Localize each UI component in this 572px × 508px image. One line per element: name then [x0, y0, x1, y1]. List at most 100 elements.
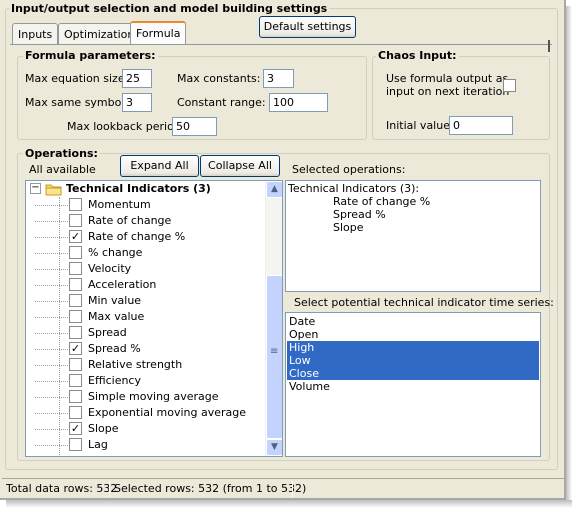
tree-item[interactable]: Simple moving average: [26, 389, 266, 405]
tree-branch-line: [35, 269, 68, 270]
tree-branch-line: [35, 221, 68, 222]
tree-item-checkbox[interactable]: [69, 262, 82, 275]
use-output-checkbox[interactable]: [503, 79, 516, 92]
tree-branch-line: [35, 413, 68, 414]
tree-item[interactable]: ✓ Spread %: [26, 341, 266, 357]
time-series-item[interactable]: Close: [287, 367, 539, 380]
tree-item[interactable]: % change: [26, 245, 266, 261]
selected-rows-status: Selected rows: 532 (from 1 to 532): [114, 482, 307, 495]
tree-item-checkbox[interactable]: [69, 358, 82, 371]
max-lookback-label: Max lookback period:: [67, 120, 185, 133]
scroll-up-icon[interactable]: ▲: [266, 181, 282, 198]
time-series-item[interactable]: High: [287, 341, 539, 354]
tree-item-checkbox[interactable]: [69, 214, 82, 227]
tree-item-checkbox[interactable]: [69, 246, 82, 259]
use-output-label-line2: input on next iteration: [386, 85, 510, 98]
tree-item-label: Spread: [88, 326, 127, 339]
tab-optimization[interactable]: Optimization: [58, 23, 141, 45]
tab-page-edge: [548, 40, 550, 52]
tree-item[interactable]: Lag: [26, 437, 266, 453]
window-shadow-right: [566, 6, 572, 506]
settings-window: Input/output selection and model buildin…: [0, 0, 566, 500]
max-equation-size-label: Max equation size:: [25, 72, 129, 85]
tree-root-label: Technical Indicators (3): [66, 182, 211, 195]
max-constants-input[interactable]: [263, 69, 294, 88]
tree-item[interactable]: Spread: [26, 325, 266, 341]
tree-item-label: Relative strength: [88, 358, 183, 371]
tree-branch-line: [35, 205, 68, 206]
tree-branch-line: [35, 397, 68, 398]
tree-item-checkbox[interactable]: [69, 310, 82, 323]
tree-item-label: Rate of change: [88, 214, 172, 227]
default-settings-button[interactable]: Default settings: [259, 16, 356, 38]
tree-collapse-icon[interactable]: −: [30, 183, 41, 194]
tree-item-checkbox[interactable]: [69, 438, 82, 451]
initial-value-input[interactable]: [449, 116, 513, 135]
tree-item[interactable]: Max value: [26, 309, 266, 325]
max-constants-label: Max constants:: [177, 72, 261, 85]
tree-branch-line: [35, 349, 68, 350]
time-series-item[interactable]: Date: [287, 315, 539, 328]
selected-operations-list[interactable]: Technical Indicators (3): Rate of change…: [285, 180, 541, 292]
tree-item-label: Max value: [88, 310, 145, 323]
check-icon: ✓: [70, 422, 81, 435]
operations-tree[interactable]: − Technical Indicators (3) Momentum Rate …: [25, 180, 283, 457]
tree-item-checkbox[interactable]: [69, 278, 82, 291]
scroll-thumb[interactable]: ≡: [266, 275, 282, 439]
tree-item-checkbox[interactable]: [69, 390, 82, 403]
max-lookback-input[interactable]: [172, 117, 217, 136]
check-icon: ✓: [70, 230, 81, 243]
tree-item-checkbox[interactable]: [69, 294, 82, 307]
tree-item[interactable]: Rate of change: [26, 213, 266, 229]
tree-item-checkbox[interactable]: ✓: [69, 230, 82, 243]
tree-item[interactable]: Velocity: [26, 261, 266, 277]
tree-item-checkbox[interactable]: ✓: [69, 342, 82, 355]
tree-item[interactable]: Acceleration: [26, 277, 266, 293]
window-shadow-bottom: [6, 500, 572, 508]
expand-all-button[interactable]: Expand All: [120, 155, 199, 177]
total-rows-status: Total data rows: 532: [6, 482, 118, 495]
tree-root-technical-indicators[interactable]: − Technical Indicators (3): [26, 181, 266, 198]
tab-inputs[interactable]: Inputs: [12, 23, 59, 45]
tree-item-checkbox[interactable]: [69, 374, 82, 387]
tree-item-checkbox[interactable]: [69, 198, 82, 211]
folder-icon: [45, 183, 62, 196]
chaos-input-title: Chaos Input:: [376, 49, 459, 62]
tree-line: [59, 197, 60, 456]
tree-branch-line: [35, 317, 68, 318]
tree-branch-line: [35, 333, 68, 334]
formula-params-title: Formula parameters:: [23, 49, 158, 62]
time-series-list[interactable]: Date Open High Low Close Volume: [285, 312, 541, 457]
tree-item[interactable]: Min value: [26, 293, 266, 309]
time-series-item[interactable]: Volume: [287, 380, 539, 393]
max-same-symbols-input[interactable]: [122, 93, 152, 112]
tree-item[interactable]: ✓ Slope: [26, 421, 266, 437]
tree-item-label: Rate of change %: [88, 230, 186, 243]
collapse-all-button[interactable]: Collapse All: [200, 155, 280, 177]
tree-branch-line: [35, 301, 68, 302]
tree-item[interactable]: Efficiency: [26, 373, 266, 389]
tree-item-checkbox[interactable]: [69, 326, 82, 339]
tree-item-label: Min value: [88, 294, 142, 307]
grip-icon: ≡: [270, 346, 279, 357]
tab-formula[interactable]: Formula: [130, 21, 187, 45]
tree-item[interactable]: Momentum: [26, 197, 266, 213]
tree-item-label: % change: [88, 246, 143, 259]
selected-operation-item: Spread %: [333, 208, 386, 221]
tree-item-label: Slope: [88, 422, 119, 435]
time-series-item[interactable]: Low: [287, 354, 539, 367]
max-equation-size-input[interactable]: [122, 69, 152, 88]
tree-item-checkbox[interactable]: ✓: [69, 422, 82, 435]
use-output-label-line1: Use formula output as: [386, 72, 509, 85]
constant-range-input[interactable]: [269, 93, 328, 112]
tree-branch-line: [35, 237, 68, 238]
tree-branch-line: [35, 253, 68, 254]
scroll-down-icon[interactable]: ▼: [266, 439, 282, 456]
tree-item[interactable]: Relative strength: [26, 357, 266, 373]
tree-item-checkbox[interactable]: [69, 406, 82, 419]
operations-scrollbar[interactable]: ▲ ≡ ▼: [265, 181, 282, 456]
time-series-item[interactable]: Open: [287, 328, 539, 341]
tree-item[interactable]: ✓ Rate of change %: [26, 229, 266, 245]
tree-item[interactable]: Exponential moving average: [26, 405, 266, 421]
tree-item-label: Velocity: [88, 262, 132, 275]
